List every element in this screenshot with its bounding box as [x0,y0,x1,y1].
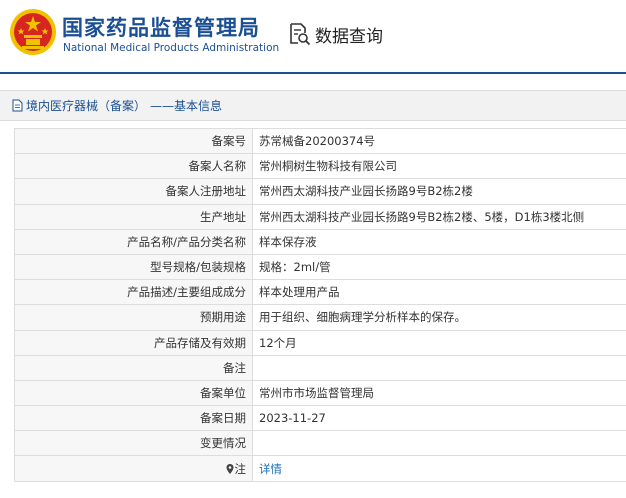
table-row: 生产地址 常州西太湖科技产业园长扬路9号B2栋2楼、5楼，D1栋3楼北侧 [14,203,626,230]
table-row: 产品存储及有效期 12个月 [14,329,626,356]
table-row: 备案日期 2023-11-27 [14,405,626,432]
document-icon [12,99,23,112]
national-emblem-icon [10,9,56,55]
row-label: 预期用途 [14,304,253,331]
row-value: 用于组织、细胞病理学分析样本的保存。 [252,304,626,331]
row-value: 苏常械备20200374号 [252,127,626,155]
detail-table: 备案号 苏常械备20200374号 备案人名称 常州桐树生物科技有限公司 备案人… [14,127,626,482]
row-label: 备案人注册地址 [14,178,253,205]
row-value: 常州桐树生物科技有限公司 [252,153,626,180]
breadcrumb-separator: —— [150,98,175,113]
row-value: 2023-11-27 [252,405,626,432]
row-value-cell: 详情 [252,455,626,482]
site-header: 国家药品监督管理局 National Medical Products Admi… [0,0,626,72]
row-label: 备案日期 [14,405,253,432]
table-row: 备案人注册地址 常州西太湖科技产业园长扬路9号B2栋2楼 [14,178,626,205]
table-row: 型号规格/包装规格 规格：2ml/管 [14,253,626,281]
row-value [252,354,626,381]
table-row: 产品名称/产品分类名称 样本保存液 [14,228,626,255]
site-title-english: National Medical Products Administration [63,42,280,54]
table-row: 备注 [14,354,626,381]
row-label: 备注 [14,354,253,381]
document-search-icon [290,23,311,46]
row-label: 产品描述/主要组成成分 [14,279,253,306]
row-value [252,430,626,457]
data-query-label: 数据查询 [315,26,383,47]
table-row: 变更情况 [14,430,626,457]
row-label: 型号规格/包装规格 [14,253,253,281]
table-row: 备案单位 常州市市场监督管理局 [14,379,626,407]
row-label: 备案单位 [14,379,253,407]
row-value: 样本保存液 [252,228,626,255]
row-value: 12个月 [252,329,626,356]
table-row: 备案人名称 常州桐树生物科技有限公司 [14,153,626,180]
breadcrumb-current: 基本信息 [174,99,223,113]
site-title: 国家药品监督管理局 [62,16,260,40]
table-row: 备案号 苏常械备20200374号 [14,127,626,155]
details-link[interactable]: 详情 [259,462,282,476]
data-query-link[interactable]: 数据查询 [287,22,383,47]
row-value: 规格：2ml/管 [252,253,626,281]
row-label: 备案人名称 [14,153,253,180]
row-label: 变更情况 [14,430,253,457]
row-value: 样本处理用产品 [252,279,626,306]
row-label: 产品名称/产品分类名称 [14,228,253,255]
row-label: 备案号 [14,127,253,155]
table-row: 预期用途 用于组织、细胞病理学分析样本的保存。 [14,304,626,331]
breadcrumb-section[interactable]: 境内医疗器械（备案） [26,97,146,114]
breadcrumb: 境内医疗器械（备案） —— 基本信息 [0,90,626,121]
table-row: 产品描述/主要组成成分 样本处理用产品 [14,279,626,306]
row-value: 常州西太湖科技产业园长扬路9号B2栋2楼、5楼，D1栋3楼北侧 [252,203,626,230]
row-label: 产品存储及有效期 [14,329,253,356]
row-label: 注 [234,461,247,476]
row-value: 常州市市场监督管理局 [252,379,626,407]
note-label-cell: 注 [14,455,253,482]
row-value: 常州西太湖科技产业园长扬路9号B2栋2楼 [252,178,626,205]
row-label: 生产地址 [14,203,253,230]
table-row: 注 详情 [14,455,626,482]
pin-icon [226,463,233,474]
